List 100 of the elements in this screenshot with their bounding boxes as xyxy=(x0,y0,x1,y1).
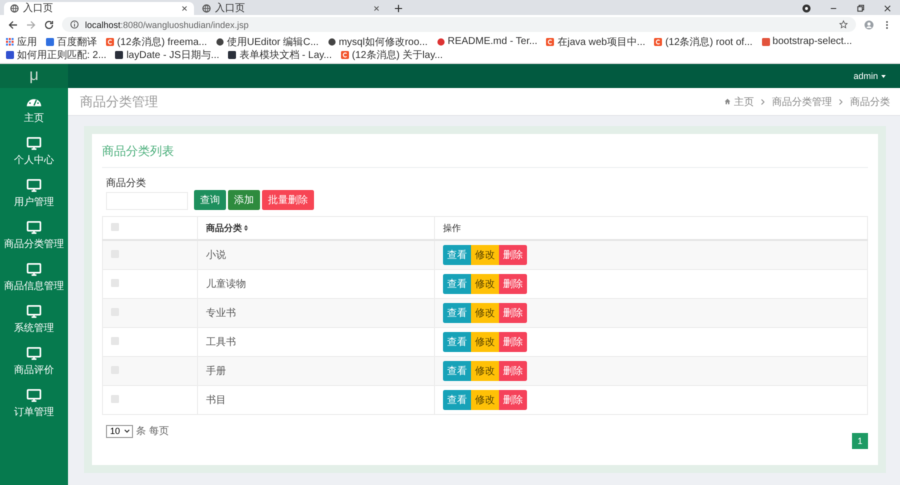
sidebar-item[interactable]: 商品评价 xyxy=(0,340,68,382)
bookmark[interactable]: 表单模块文档 - Lay... xyxy=(228,48,332,61)
bookmark-icon xyxy=(328,38,336,46)
monitor-icon xyxy=(26,305,42,318)
delete-button[interactable]: 删除 xyxy=(499,332,527,352)
bookmark[interactable]: mysql如何修改roo... xyxy=(328,35,428,48)
monitor-icon xyxy=(26,179,42,192)
monitor-icon xyxy=(26,221,42,234)
bookmark-icon xyxy=(6,50,14,58)
reload-icon[interactable] xyxy=(44,20,54,30)
globe-icon xyxy=(202,4,211,13)
chevron-icon xyxy=(761,98,765,104)
caret-icon xyxy=(881,74,886,78)
edit-button[interactable]: 修改 xyxy=(471,245,499,265)
delete-button[interactable]: 批量删除 xyxy=(262,190,314,210)
checkbox[interactable] xyxy=(111,278,119,286)
tab-title: 入口页 xyxy=(23,2,53,14)
checkbox[interactable] xyxy=(111,222,119,230)
delete-button[interactable]: 删除 xyxy=(499,361,527,381)
bookmark-icon xyxy=(762,38,770,46)
new-tab-icon[interactable] xyxy=(394,4,403,13)
sidebar-item[interactable]: 用户管理 xyxy=(0,172,68,214)
bookmark-icon xyxy=(115,50,124,58)
monitor-icon xyxy=(26,347,42,360)
page-size-select[interactable]: 10 xyxy=(106,424,134,438)
table-cell: 工具书 xyxy=(206,337,236,348)
table-cell: 书目 xyxy=(206,395,226,406)
sidebar-item[interactable]: 订单管理 xyxy=(0,382,68,424)
globe-icon xyxy=(10,4,19,13)
bookmark[interactable]: (12条消息) root of... xyxy=(654,35,753,48)
sidebar-item[interactable]: 个人中心 xyxy=(0,130,68,172)
bookmark[interactable]: 使用UEditor 编辑C... xyxy=(216,35,319,48)
sort-icon xyxy=(244,225,248,231)
delete-button[interactable]: 删除 xyxy=(499,245,527,265)
bookmark-icon xyxy=(340,50,349,58)
user-menu[interactable]: admin xyxy=(853,71,886,81)
bookmark[interactable]: (12条消息) 关于lay... xyxy=(340,48,443,61)
checkbox[interactable] xyxy=(111,336,119,344)
address-field[interactable]: localhost:8080/wangluoshudian/index.jsp xyxy=(62,17,856,32)
bookmark[interactable]: (12条消息) freema... xyxy=(106,35,208,48)
bookmark[interactable]: 应用 xyxy=(6,35,37,48)
edit-button[interactable]: 修改 xyxy=(471,303,499,323)
breadcrumb-link[interactable]: 主页 xyxy=(734,94,754,108)
browser-tab[interactable]: 入口页 xyxy=(196,2,386,15)
panel-title: 商品分类列表 xyxy=(102,140,868,168)
page-button[interactable]: 1 xyxy=(852,433,868,449)
sidebar-item[interactable]: 主页 xyxy=(0,88,68,130)
home-icon xyxy=(724,98,731,105)
edit-button[interactable]: 修改 xyxy=(471,332,499,352)
add-button[interactable]: 添加 xyxy=(228,190,260,210)
sidebar-item[interactable]: 商品信息管理 xyxy=(0,256,68,298)
bookmark[interactable]: bootstrap-select... xyxy=(762,35,852,48)
page-title: 商品分类管理 xyxy=(80,92,158,110)
bookmark[interactable]: layDate - JS日期与... xyxy=(115,48,220,61)
view-button[interactable]: 查看 xyxy=(443,274,471,294)
bookmark[interactable]: 在java web项目中... xyxy=(546,35,646,48)
view-button[interactable]: 查看 xyxy=(443,245,471,265)
view-button[interactable]: 查看 xyxy=(443,361,471,381)
checkbox[interactable] xyxy=(111,394,119,402)
breadcrumb-link[interactable]: 商品分类 xyxy=(850,94,890,108)
monitor-icon xyxy=(26,137,42,150)
view-button[interactable]: 查看 xyxy=(443,390,471,410)
view-button[interactable]: 查看 xyxy=(443,303,471,323)
column-header[interactable]: 商品分类 xyxy=(206,222,248,234)
bookmark[interactable]: README.md - Ter... xyxy=(436,35,538,48)
profile-icon[interactable] xyxy=(864,20,874,30)
bookmark-icon xyxy=(46,38,54,46)
table-cell: 手册 xyxy=(206,366,226,377)
bookmark-icon xyxy=(436,38,445,46)
sidebar-item[interactable]: 商品分类管理 xyxy=(0,214,68,256)
bookmark-icon xyxy=(546,38,554,46)
back-icon[interactable] xyxy=(8,20,18,30)
edit-button[interactable]: 修改 xyxy=(471,274,499,294)
logo: μ xyxy=(0,64,68,88)
close-icon[interactable] xyxy=(883,4,892,13)
info-icon xyxy=(70,20,79,29)
table-cell: 儿童读物 xyxy=(206,279,246,290)
view-button[interactable]: 查看 xyxy=(443,332,471,352)
search-button[interactable]: 查询 xyxy=(194,190,226,210)
bookmark-icon xyxy=(106,38,114,46)
sidebar-item[interactable]: 系统管理 xyxy=(0,298,68,340)
delete-button[interactable]: 删除 xyxy=(499,390,527,410)
browser-tab[interactable]: 入口页 xyxy=(4,2,194,15)
edit-button[interactable]: 修改 xyxy=(471,361,499,381)
table-cell: 专业书 xyxy=(206,308,236,319)
bookmark[interactable]: 如何用正则匹配: 2... xyxy=(6,48,106,61)
record-icon[interactable] xyxy=(802,4,811,13)
star-icon[interactable] xyxy=(839,20,848,29)
field-label: 商品分类 xyxy=(106,176,147,190)
restore-icon[interactable] xyxy=(856,4,865,13)
breadcrumb-link[interactable]: 商品分类管理 xyxy=(772,94,832,108)
edit-button[interactable]: 修改 xyxy=(471,390,499,410)
page-size-label: 条 每页 xyxy=(136,425,169,438)
close-icon[interactable] xyxy=(181,5,188,12)
close-icon[interactable] xyxy=(373,5,380,12)
bookmark[interactable]: 百度翻译 xyxy=(46,35,97,48)
column-header: 操作 xyxy=(443,222,461,234)
delete-button[interactable]: 删除 xyxy=(499,274,527,294)
delete-button[interactable]: 删除 xyxy=(499,303,527,323)
chevron-down-icon xyxy=(124,429,130,433)
